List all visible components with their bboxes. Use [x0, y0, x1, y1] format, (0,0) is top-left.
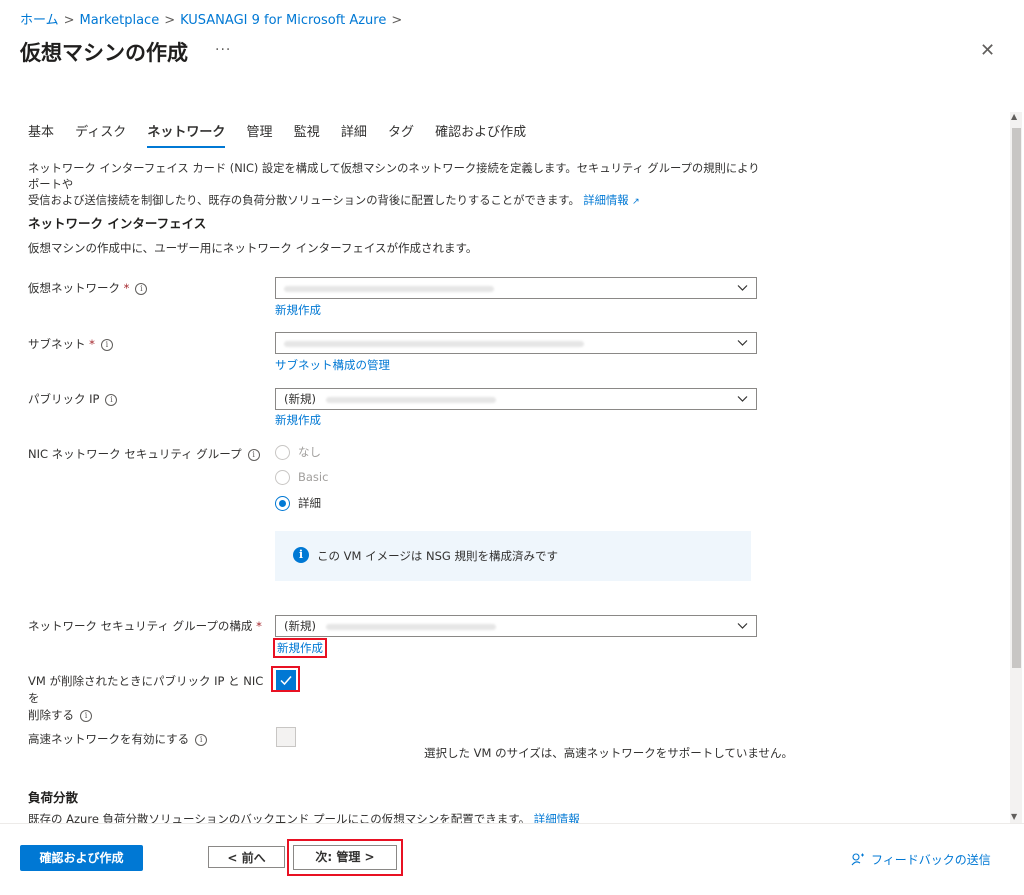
- nic-nsg-label: NIC ネットワーク セキュリティ グループ i: [28, 446, 260, 463]
- nic-nsg-option-basic[interactable]: Basic: [275, 468, 328, 486]
- breadcrumb-separator: >: [391, 13, 403, 28]
- info-icon[interactable]: i: [135, 282, 148, 295]
- chevron-down-icon: [737, 285, 748, 291]
- delete-with-vm-label: VM が削除されたときにパブリック IP と NIC を 削除する i: [28, 674, 264, 722]
- tab-bar: 基本 ディスク ネットワーク 管理 監視 詳細 タグ 確認および作成: [28, 121, 543, 148]
- public-ip-create-new-link[interactable]: 新規作成: [275, 412, 321, 428]
- review-create-button[interactable]: 確認および作成: [20, 845, 143, 871]
- tab-advanced[interactable]: 詳細: [341, 121, 367, 146]
- scroll-down-arrow-icon[interactable]: ▼: [1011, 812, 1017, 821]
- network-interface-subtext: 仮想マシンの作成中に、ユーザー用にネットワーク インターフェイスが作成されます。: [28, 241, 478, 255]
- breadcrumb-separator: >: [63, 13, 75, 28]
- public-ip-value-prefix: (新規): [284, 392, 316, 406]
- accelerated-networking-note: 選択した VM のサイズは、高速ネットワークをサポートしていません。: [424, 746, 794, 760]
- tab-review-create[interactable]: 確認および作成: [435, 121, 526, 146]
- radio-button[interactable]: [275, 470, 290, 485]
- required-marker: *: [256, 619, 262, 633]
- accelerated-networking-label: 高速ネットワークを有効にする i: [28, 731, 208, 748]
- info-icon[interactable]: i: [195, 733, 208, 746]
- scrollbar-thumb[interactable]: [1012, 128, 1021, 668]
- subnet-select[interactable]: [275, 332, 757, 354]
- nsg-info-box: i この VM イメージは NSG 規則を構成済みです: [275, 531, 751, 581]
- info-circle-icon: i: [293, 547, 309, 563]
- subnet-manage-link[interactable]: サブネット構成の管理: [275, 357, 390, 373]
- nsg-config-label: ネットワーク セキュリティ グループの構成 *: [28, 619, 262, 633]
- public-ip-label: パブリック IP i: [28, 391, 118, 408]
- feedback-icon: [851, 853, 864, 866]
- close-icon[interactable]: ✕: [980, 40, 995, 61]
- vnet-create-new-link[interactable]: 新規作成: [275, 302, 321, 318]
- public-ip-select[interactable]: (新規): [275, 388, 757, 410]
- tab-management[interactable]: 管理: [247, 121, 273, 146]
- feedback-link[interactable]: フィードバックの送信: [851, 851, 991, 868]
- radio-button-selected[interactable]: [275, 496, 290, 511]
- tab-monitoring[interactable]: 監視: [294, 121, 320, 146]
- tab-disks[interactable]: ディスク: [75, 121, 126, 146]
- vnet-label: 仮想ネットワーク * i: [28, 280, 148, 297]
- subnet-label: サブネット * i: [28, 336, 113, 353]
- checkmark-icon: [280, 676, 292, 686]
- nsg-config-create-new-link[interactable]: 新規作成: [273, 638, 327, 658]
- tab-networking[interactable]: ネットワーク: [147, 121, 226, 148]
- info-icon[interactable]: i: [105, 393, 118, 406]
- network-interface-heading: ネットワーク インターフェイス: [28, 216, 207, 231]
- previous-button[interactable]: < 前へ: [208, 846, 285, 868]
- page-title: 仮想マシンの作成: [20, 41, 188, 65]
- info-icon[interactable]: i: [80, 709, 92, 722]
- tab-tags[interactable]: タグ: [388, 121, 414, 146]
- chevron-down-icon: [737, 623, 748, 629]
- load-balancing-heading: 負荷分散: [28, 790, 79, 805]
- nic-nsg-option-advanced[interactable]: 詳細: [275, 494, 321, 512]
- delete-with-vm-checkbox[interactable]: [276, 670, 296, 690]
- learn-more-link[interactable]: 詳細情報: [583, 194, 628, 207]
- nsg-config-select[interactable]: (新規): [275, 615, 757, 637]
- breadcrumb-product[interactable]: KUSANAGI 9 for Microsoft Azure: [180, 13, 386, 28]
- breadcrumb-separator: >: [164, 13, 176, 28]
- nsg-info-text: この VM イメージは NSG 規則を構成済みです: [317, 549, 558, 563]
- info-icon[interactable]: i: [247, 448, 260, 461]
- radio-button[interactable]: [275, 445, 290, 460]
- info-icon[interactable]: i: [100, 338, 113, 351]
- redacted-value: [325, 623, 496, 630]
- required-marker: *: [89, 337, 95, 351]
- required-marker: *: [123, 281, 130, 295]
- vnet-select[interactable]: [275, 277, 757, 299]
- redacted-value: [284, 340, 584, 347]
- accelerated-networking-checkbox[interactable]: [276, 727, 296, 747]
- description-line-2: 受信および送信接続を制御したり、既存の負荷分散ソリューションの背後に配置したりす…: [28, 194, 580, 207]
- next-management-button[interactable]: 次: 管理 >: [293, 845, 397, 870]
- feedback-label: フィードバックの送信: [871, 853, 991, 867]
- chevron-down-icon: [737, 396, 748, 402]
- redacted-value: [284, 285, 494, 292]
- nic-nsg-option-none[interactable]: なし: [275, 443, 321, 461]
- more-options-icon[interactable]: ···: [215, 42, 231, 58]
- nsg-config-value-prefix: (新規): [284, 619, 316, 633]
- breadcrumb: ホーム > Marketplace > KUSANAGI 9 for Microsoft…: [20, 9, 407, 28]
- page-description: ネットワーク インターフェイス カード (NIC) 設定を構成して仮想マシンのネ…: [28, 161, 768, 210]
- breadcrumb-marketplace[interactable]: Marketplace: [80, 13, 160, 28]
- description-line-1: ネットワーク インターフェイス カード (NIC) 設定を構成して仮想マシンのネ…: [28, 162, 760, 191]
- chevron-down-icon: [737, 340, 748, 346]
- external-link-icon: ↗: [632, 197, 640, 207]
- redacted-value: [325, 396, 496, 403]
- tab-basics[interactable]: 基本: [28, 121, 54, 146]
- breadcrumb-home[interactable]: ホーム: [20, 13, 59, 28]
- scroll-up-arrow-icon[interactable]: ▲: [1011, 112, 1017, 121]
